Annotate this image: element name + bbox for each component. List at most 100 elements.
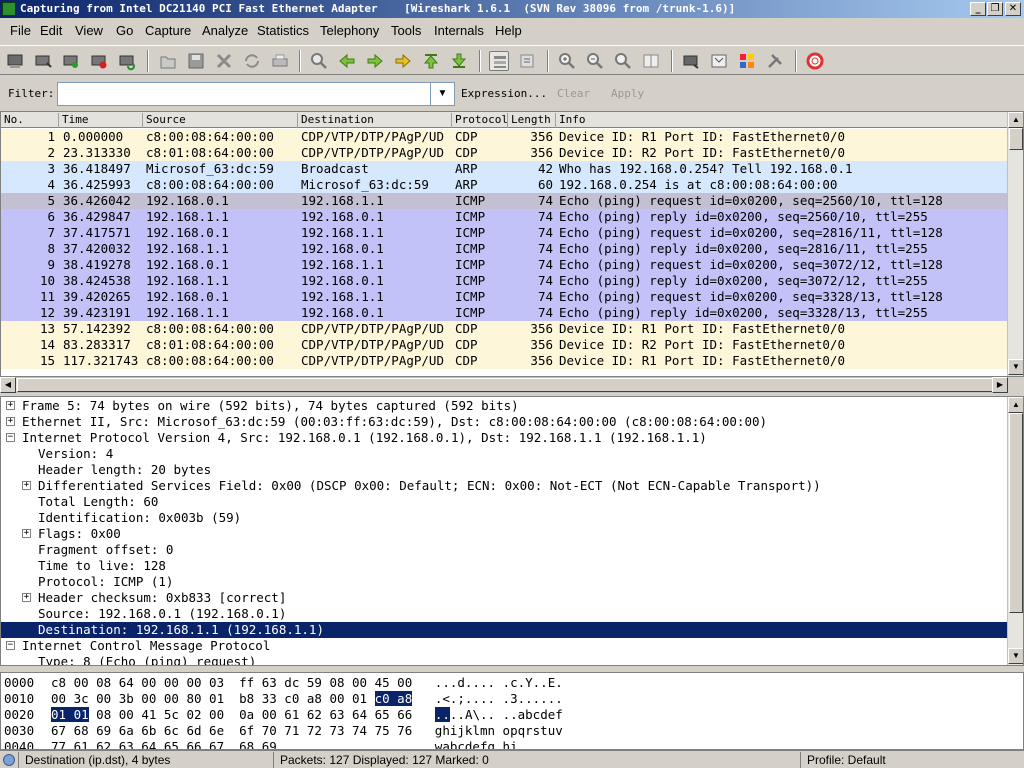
apply-button[interactable]: Apply xyxy=(611,87,644,100)
detail-tree-item[interactable]: Time to live: 128 xyxy=(1,558,1009,574)
detail-tree-item[interactable]: Destination: 192.168.1.1 (192.168.1.1) xyxy=(1,622,1009,638)
preferences-icon[interactable] xyxy=(765,51,785,71)
detail-tree-item[interactable]: + Differentiated Services Field: 0x00 (DS… xyxy=(1,478,1009,494)
zoom-out-icon[interactable] xyxy=(585,51,605,71)
details-vscroll[interactable]: ▲ ▼ xyxy=(1007,397,1023,665)
scroll-right-arrow-icon[interactable]: ▶ xyxy=(992,377,1008,393)
capture-filters-icon[interactable] xyxy=(681,51,701,71)
packet-row[interactable]: 6 36.429847 192.168.1.1 192.168.0.1 ICMP 74 Ec… xyxy=(1,209,1009,225)
column-header-no[interactable]: No. xyxy=(1,113,59,128)
find-icon[interactable] xyxy=(309,51,329,71)
detail-tree-item[interactable]: Version: 4 xyxy=(1,446,1009,462)
interfaces-icon[interactable] xyxy=(5,51,25,71)
column-header-source[interactable]: Source xyxy=(143,113,298,128)
menu-help[interactable]: Help xyxy=(495,23,522,38)
reload-icon[interactable] xyxy=(242,51,262,71)
menu-statistics[interactable]: Statistics xyxy=(257,23,309,38)
scroll-thumb[interactable] xyxy=(1009,128,1023,150)
column-header-info[interactable]: Info xyxy=(556,113,1009,128)
scroll-left-arrow-icon[interactable]: ◀ xyxy=(0,377,16,393)
expand-icon[interactable]: + xyxy=(22,593,31,602)
packet-row[interactable]: 7 37.417571 192.168.0.1 192.168.1.1 ICMP 74 Ec… xyxy=(1,225,1009,241)
capture-options-icon[interactable] xyxy=(33,51,53,71)
detail-tree-item[interactable]: − Internet Protocol Version 4, Src: 192.1… xyxy=(1,430,1009,446)
zoom-in-icon[interactable] xyxy=(557,51,577,71)
close-button[interactable]: ✕ xyxy=(1005,2,1021,16)
clear-button[interactable]: Clear xyxy=(557,87,590,100)
detail-tree-item[interactable]: Source: 192.168.0.1 (192.168.0.1) xyxy=(1,606,1009,622)
collapse-icon[interactable]: − xyxy=(6,641,15,650)
expand-icon[interactable]: + xyxy=(6,417,15,426)
scroll-thumb[interactable] xyxy=(1009,413,1023,613)
menu-telephony[interactable]: Telephony xyxy=(320,23,379,38)
autoscroll-icon[interactable] xyxy=(517,51,537,71)
forward-icon[interactable] xyxy=(365,51,385,71)
resize-columns-icon[interactable] xyxy=(641,51,661,71)
start-capture-icon[interactable] xyxy=(61,51,81,71)
expand-icon[interactable]: + xyxy=(22,529,31,538)
print-icon[interactable] xyxy=(270,51,290,71)
column-header-protocol[interactable]: Protocol xyxy=(452,113,508,128)
menu-view[interactable]: View xyxy=(75,23,103,38)
packet-row[interactable]: 12 39.423191 192.168.1.1 192.168.0.1 ICMP 74 E… xyxy=(1,305,1009,321)
expand-icon[interactable]: + xyxy=(22,481,31,490)
scroll-down-arrow-icon[interactable]: ▼ xyxy=(1008,359,1023,375)
packet-row[interactable]: 8 37.420032 192.168.1.1 192.168.0.1 ICMP 74 Ec… xyxy=(1,241,1009,257)
save-file-icon[interactable] xyxy=(186,51,206,71)
maximize-button[interactable]: ❐ xyxy=(987,2,1003,16)
detail-tree-item[interactable]: + Ethernet II, Src: Microsof_63:dc:59 (00… xyxy=(1,414,1009,430)
back-icon[interactable] xyxy=(337,51,357,71)
packet-row[interactable]: 9 38.419278 192.168.0.1 192.168.1.1 ICMP 74 Ec… xyxy=(1,257,1009,273)
column-header-destination[interactable]: Destination xyxy=(298,113,452,128)
packet-row[interactable]: 11 39.420265 192.168.0.1 192.168.1.1 ICMP 74 E… xyxy=(1,289,1009,305)
scroll-up-arrow-icon[interactable]: ▲ xyxy=(1008,112,1023,128)
menu-edit[interactable]: Edit xyxy=(40,23,62,38)
close-file-icon[interactable] xyxy=(214,51,234,71)
packet-row[interactable]: 4 36.425993 c8:00:08:64:00:00 Microsof_63:d… xyxy=(1,177,1009,193)
packet-row[interactable]: 1 0.000000 c8:00:08:64:00:00 CDP/VTP/DTP/PA… xyxy=(1,129,1009,145)
detail-tree-item[interactable]: Fragment offset: 0 xyxy=(1,542,1009,558)
packet-row[interactable]: 13 57.142392 c8:00:08:64:00:00 CDP/VTP/DTP/… xyxy=(1,321,1009,337)
packet-row[interactable]: 2 23.313330 c8:01:08:64:00:00 CDP/VTP/DTP/P… xyxy=(1,145,1009,161)
menu-file[interactable]: File xyxy=(10,23,31,38)
open-file-icon[interactable] xyxy=(158,51,178,71)
expert-info-icon[interactable] xyxy=(3,754,15,766)
scroll-up-arrow-icon[interactable]: ▲ xyxy=(1008,397,1023,413)
menu-capture[interactable]: Capture xyxy=(145,23,191,38)
filter-dropdown-button[interactable]: ▼ xyxy=(431,82,455,106)
packet-row[interactable]: 14 83.283317 c8:01:08:64:00:00 CDP/VTP/DTP/… xyxy=(1,337,1009,353)
colorize-icon[interactable] xyxy=(489,51,509,71)
packet-row[interactable]: 3 36.418497 Microsof_63:dc:59 Broadcast ARP 4… xyxy=(1,161,1009,177)
first-packet-icon[interactable] xyxy=(421,51,441,71)
menu-internals[interactable]: Internals xyxy=(434,23,484,38)
column-header-time[interactable]: Time xyxy=(59,113,143,128)
hscroll-thumb[interactable] xyxy=(17,378,993,392)
menu-go[interactable]: Go xyxy=(116,23,133,38)
packet-list-vscroll[interactable]: ▲ ▼ xyxy=(1007,112,1023,376)
detail-tree-item[interactable]: + Header checksum: 0xb833 [correct] xyxy=(1,590,1009,606)
restart-capture-icon[interactable] xyxy=(117,51,137,71)
packet-row[interactable]: 10 38.424538 192.168.1.1 192.168.0.1 ICMP 74 E… xyxy=(1,273,1009,289)
last-packet-icon[interactable] xyxy=(449,51,469,71)
detail-tree-item[interactable]: Header length: 20 bytes xyxy=(1,462,1009,478)
detail-tree-item[interactable]: Total Length: 60 xyxy=(1,494,1009,510)
detail-tree-item[interactable]: + Flags: 0x00 xyxy=(1,526,1009,542)
detail-tree-item[interactable]: Identification: 0x003b (59) xyxy=(1,510,1009,526)
collapse-icon[interactable]: − xyxy=(6,433,15,442)
display-filters-icon[interactable] xyxy=(709,51,729,71)
stop-capture-icon[interactable] xyxy=(89,51,109,71)
go-to-packet-icon[interactable] xyxy=(393,51,413,71)
help-icon[interactable] xyxy=(805,51,825,71)
detail-tree-item[interactable]: − Internet Control Message Protocol xyxy=(1,638,1009,654)
expression-button[interactable]: Expression... xyxy=(461,87,547,100)
menu-analyze[interactable]: Analyze xyxy=(202,23,248,38)
packet-row[interactable]: 5 36.426042 192.168.0.1 192.168.1.1 ICMP 74 Ec… xyxy=(1,193,1009,209)
packet-row[interactable]: 15 117.321743 c8:00:08:64:00:00 CDP/VTP/DTP… xyxy=(1,353,1009,369)
column-header-length[interactable]: Length xyxy=(508,113,556,128)
packet-list-hscroll[interactable]: ◀ ▶ xyxy=(0,377,1008,393)
detail-tree-item[interactable]: Protocol: ICMP (1) xyxy=(1,574,1009,590)
expand-icon[interactable]: + xyxy=(6,401,15,410)
filter-input[interactable] xyxy=(57,82,431,106)
normal-size-icon[interactable] xyxy=(613,51,633,71)
minimize-button[interactable]: _ xyxy=(970,2,986,16)
